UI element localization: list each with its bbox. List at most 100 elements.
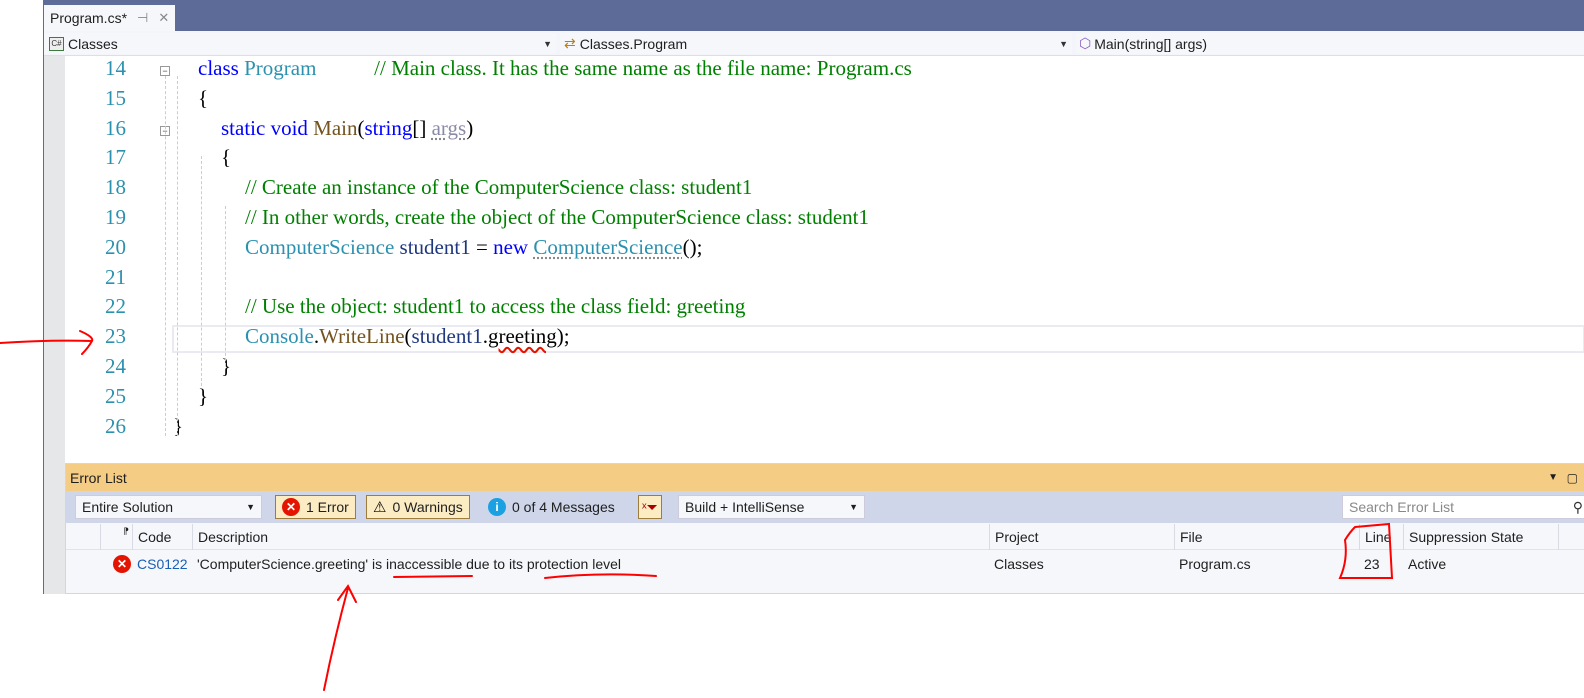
code-token: = bbox=[470, 234, 494, 259]
chevron-down-icon: ▼ bbox=[1059, 38, 1068, 49]
tab-strip: Program.cs* ⊣ ✕ bbox=[44, 0, 1584, 31]
code-token: ( bbox=[404, 324, 412, 349]
error-list-toolbar: Entire Solution ▼ ✕ 1 Error ⚠ 0 Warnings… bbox=[66, 491, 1584, 523]
line-number: 14 bbox=[105, 56, 126, 80]
dropdown-icon[interactable]: ▼ bbox=[1548, 472, 1558, 483]
class-dropdown[interactable]: ⇄ Classes.Program ▼ bbox=[560, 33, 1072, 54]
indent-guide bbox=[165, 76, 166, 436]
errors-label: 1 Error bbox=[306, 499, 349, 515]
code-line[interactable]: static void Main(string[] args) bbox=[221, 116, 473, 141]
search-error-list-input[interactable]: Search Error List ⚲ bbox=[1342, 495, 1584, 519]
code-line[interactable]: ComputerScience student1 = new ComputerS… bbox=[245, 235, 702, 260]
code-line[interactable]: { bbox=[221, 145, 231, 170]
error-code-link[interactable]: CS0122 bbox=[132, 551, 188, 577]
method-icon: ⬡ bbox=[1079, 35, 1092, 51]
code-token: // Create an instance of the ComputerSci… bbox=[245, 175, 753, 200]
source-dropdown[interactable]: Build + IntelliSense ▼ bbox=[678, 495, 865, 519]
code-token: } bbox=[221, 354, 232, 378]
column-suppression-state[interactable]: Suppression State bbox=[1403, 524, 1559, 550]
error-list-title: Error List bbox=[70, 469, 127, 486]
code-token: new bbox=[493, 234, 529, 259]
code-line[interactable]: // In other words, create the object of … bbox=[245, 205, 869, 230]
warning-icon: ⚠ bbox=[373, 499, 387, 516]
code-token: Program bbox=[244, 56, 317, 80]
code-token: WriteLine bbox=[319, 324, 405, 349]
csharp-icon: C# bbox=[49, 36, 64, 51]
line-number: 20 bbox=[105, 234, 126, 259]
error-file: Program.cs bbox=[1179, 556, 1251, 572]
code-token: greeting bbox=[487, 324, 557, 349]
scope-dropdown[interactable]: Entire Solution ▼ bbox=[75, 495, 262, 519]
code-line[interactable]: // Create an instance of the ComputerSci… bbox=[245, 175, 752, 200]
line-number: 17 bbox=[105, 145, 126, 170]
error-description: 'ComputerScience.greeting' is inaccessib… bbox=[197, 556, 622, 572]
close-icon[interactable]: ✕ bbox=[158, 10, 169, 26]
code-token: [] bbox=[412, 115, 432, 140]
code-line[interactable]: class Program // Main class. It has the … bbox=[198, 56, 912, 81]
line-number: 24 bbox=[105, 354, 126, 378]
member-label: Main(string[] args) bbox=[1094, 35, 1208, 52]
member-dropdown[interactable]: ⬡ Main(string[] args) bbox=[1076, 33, 1584, 54]
code-token: Main bbox=[313, 115, 358, 140]
project-dropdown[interactable]: C# Classes ▼ bbox=[44, 33, 556, 54]
column-project[interactable]: Project bbox=[989, 524, 1174, 550]
code-token: void bbox=[270, 115, 308, 140]
chevron-down-icon: ▼ bbox=[246, 502, 255, 512]
code-token: { bbox=[221, 145, 232, 170]
navigation-bar: C# Classes ▼ ⇄ Classes.Program ▼ ⬡ Main(… bbox=[44, 31, 1584, 56]
maximize-icon[interactable]: ▢ bbox=[1567, 471, 1578, 485]
column-description[interactable]: Description bbox=[192, 524, 989, 550]
code-line[interactable]: } bbox=[173, 414, 183, 439]
class-icon: ⇄ bbox=[564, 35, 576, 51]
chevron-down-icon: ▼ bbox=[543, 38, 552, 49]
messages-filter-button[interactable]: i 0 of 4 Messages bbox=[482, 495, 621, 519]
line-number: 18 bbox=[105, 175, 126, 200]
error-project: Classes bbox=[994, 556, 1044, 572]
column-file[interactable]: File bbox=[1174, 524, 1359, 550]
code-token: ComputerScience bbox=[533, 234, 683, 259]
code-token: class bbox=[198, 56, 239, 80]
clear-filter-button[interactable]: ˣ⏷ bbox=[638, 495, 662, 519]
error-row[interactable]: ✕ CS0122 'ComputerScience.greeting' is i… bbox=[66, 551, 1584, 577]
indent-guide bbox=[225, 206, 226, 366]
filter-clear-icon: ˣ⏷ bbox=[642, 498, 658, 515]
code-token: // Main class. It has the same name as t… bbox=[374, 56, 912, 80]
messages-label: 0 of 4 Messages bbox=[512, 499, 615, 515]
indent-guide bbox=[177, 76, 178, 436]
code-token: string bbox=[364, 115, 413, 140]
code-token: } bbox=[198, 383, 209, 408]
error-list-header: ⁋ Code Description Project File Line Sup… bbox=[66, 524, 1584, 550]
sort-column-icon[interactable]: ⁋ bbox=[100, 524, 132, 550]
code-line[interactable]: { bbox=[198, 86, 208, 111]
chevron-down-icon: ▼ bbox=[849, 502, 858, 512]
warnings-filter-button[interactable]: ⚠ 0 Warnings bbox=[366, 495, 470, 519]
code-token: args bbox=[431, 115, 467, 140]
pin-icon[interactable]: ⊣ bbox=[137, 10, 148, 26]
code-token: student1 bbox=[399, 234, 471, 259]
code-line[interactable]: // Use the object: student1 to access th… bbox=[245, 294, 745, 319]
code-token: (); bbox=[682, 234, 703, 259]
code-token: static bbox=[221, 115, 266, 140]
line-number: 25 bbox=[105, 383, 126, 408]
code-line[interactable]: Console.WriteLine(student1.greeting); bbox=[245, 324, 570, 349]
errors-filter-button[interactable]: ✕ 1 Error bbox=[275, 495, 356, 519]
code-token: } bbox=[173, 413, 184, 438]
column-code[interactable]: Code bbox=[132, 524, 192, 550]
code-line[interactable]: } bbox=[221, 354, 231, 379]
warnings-label: 0 Warnings bbox=[392, 499, 463, 515]
code-token: Console bbox=[245, 324, 314, 349]
column-line[interactable]: Line bbox=[1359, 524, 1403, 550]
code-token: ); bbox=[556, 324, 570, 349]
line-number: 22 bbox=[105, 294, 126, 319]
indicator-margin bbox=[44, 56, 65, 594]
error-suppression-state: Active bbox=[1408, 556, 1447, 572]
info-icon: i bbox=[488, 498, 506, 516]
code-line[interactable]: } bbox=[198, 384, 208, 409]
error-icon: ✕ bbox=[282, 498, 300, 516]
tab-program-cs[interactable]: Program.cs* ⊣ ✕ bbox=[44, 5, 176, 31]
fold-toggle-class[interactable]: − bbox=[160, 66, 170, 76]
error-line: 23 bbox=[1364, 556, 1380, 572]
line-number: 23 bbox=[105, 324, 126, 349]
scope-label: Entire Solution bbox=[82, 499, 174, 515]
